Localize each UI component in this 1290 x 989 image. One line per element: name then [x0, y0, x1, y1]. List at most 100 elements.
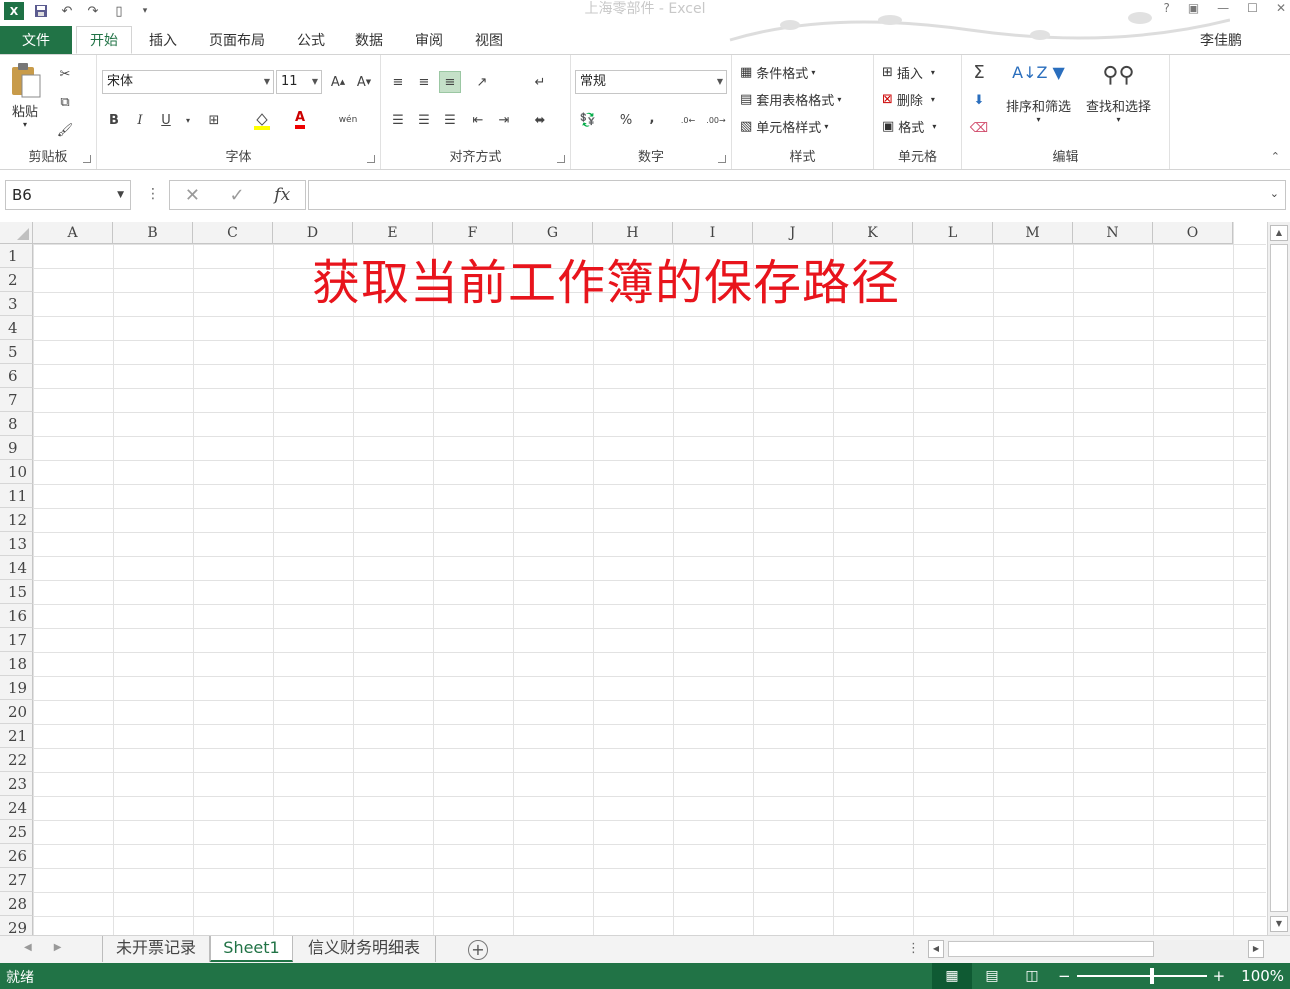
row-header[interactable]: 27 [0, 868, 33, 892]
page-break-view-icon[interactable]: ◫ [1012, 963, 1052, 989]
format-cells-button[interactable]: ▣ 格式 ▾ [882, 117, 936, 136]
align-left-icon[interactable]: ☰ [387, 109, 409, 131]
tab-page-layout[interactable]: 页面布局 [198, 26, 276, 54]
formula-bar-grip-icon[interactable]: ⋮ [146, 186, 160, 202]
insert-function-button[interactable]: fx [274, 185, 290, 205]
row-header[interactable]: 13 [0, 532, 33, 556]
zoom-out-button[interactable]: − [1058, 967, 1071, 985]
cut-icon[interactable]: ✂ [54, 63, 76, 85]
zoom-level[interactable]: 100% [1241, 967, 1284, 985]
fill-color-icon[interactable] [251, 109, 273, 131]
tab-review[interactable]: 审阅 [406, 26, 452, 54]
row-header[interactable]: 4 [0, 316, 33, 340]
scroll-left-icon[interactable]: ◀ [928, 940, 944, 958]
format-painter-icon[interactable]: 🖌 [54, 119, 76, 141]
font-launcher-icon[interactable] [367, 155, 375, 163]
row-header[interactable]: 12 [0, 508, 33, 532]
row-header[interactable]: 5 [0, 340, 33, 364]
column-header[interactable]: C [193, 222, 273, 244]
prev-sheet-icon[interactable]: ◀ [24, 942, 32, 953]
horizontal-scrollbar[interactable]: ◀ ▶ [928, 940, 1264, 960]
decrease-decimal-icon[interactable]: .00→ [703, 109, 729, 131]
align-center-icon[interactable]: ☰ [413, 109, 435, 131]
row-header[interactable]: 6 [0, 364, 33, 388]
close-icon[interactable]: ✕ [1276, 0, 1286, 16]
column-header[interactable]: L [913, 222, 993, 244]
decrease-font-icon[interactable]: A ▼ [353, 71, 375, 93]
formula-input[interactable]: ⌄ [308, 180, 1286, 210]
column-header[interactable]: O [1153, 222, 1233, 244]
sheet-tab-unbilled[interactable]: 未开票记录 [102, 936, 210, 962]
currency-icon[interactable]: 💱 [577, 109, 599, 131]
tab-home[interactable]: 开始 [76, 26, 132, 54]
column-header[interactable]: D [273, 222, 353, 244]
percent-button[interactable]: % [615, 109, 637, 131]
align-middle-icon[interactable]: ≡ [413, 71, 435, 93]
increase-font-icon[interactable]: A ▲ [327, 71, 349, 93]
decrease-indent-icon[interactable]: ⇤ [467, 109, 489, 131]
zoom-slider-knob[interactable] [1149, 968, 1154, 984]
sheet-tab-xinyi-finance[interactable]: 信义财务明细表 [293, 936, 436, 962]
row-header[interactable]: 23 [0, 772, 33, 796]
column-header[interactable]: E [353, 222, 433, 244]
horizontal-scroll-thumb[interactable] [948, 941, 1154, 957]
find-select-button[interactable]: ⚲⚲ 查找和选择 ▾ [1086, 63, 1151, 124]
underline-dropdown-icon[interactable]: ▾ [177, 109, 199, 131]
cell-styles-button[interactable]: ▧ 单元格样式 ▾ [740, 117, 828, 136]
name-box[interactable]: B6 ▼ [5, 180, 131, 210]
cancel-icon[interactable]: ✕ [185, 185, 200, 206]
font-size-select[interactable]: 11 ▼ [276, 70, 322, 94]
scroll-right-icon[interactable]: ▶ [1248, 940, 1264, 958]
page-layout-view-icon[interactable]: ▤ [972, 963, 1012, 989]
border-icon[interactable]: ⊞ [203, 109, 225, 131]
select-all-button[interactable] [0, 222, 33, 244]
merge-center-icon[interactable]: ⬌ [529, 109, 551, 131]
vertical-scrollbar[interactable]: ▲ ▼ [1267, 222, 1290, 935]
conditional-format-button[interactable]: ▦ 条件格式 ▾ [740, 63, 815, 82]
row-header[interactable]: 26 [0, 844, 33, 868]
row-header[interactable]: 8 [0, 412, 33, 436]
wrap-text-icon[interactable]: ↵ [529, 71, 551, 93]
row-header[interactable]: 21 [0, 724, 33, 748]
tab-data[interactable]: 数据 [346, 26, 392, 54]
column-header[interactable]: M [993, 222, 1073, 244]
column-header[interactable]: B [113, 222, 193, 244]
align-right-icon[interactable]: ☰ [439, 109, 461, 131]
delete-cells-button[interactable]: ⊠ 删除 ▾ [882, 90, 935, 109]
minimize-icon[interactable]: — [1217, 0, 1229, 16]
vertical-scroll-thumb[interactable] [1270, 244, 1288, 912]
row-header[interactable]: 29 [0, 916, 33, 935]
scroll-down-icon[interactable]: ▼ [1270, 916, 1288, 932]
underline-button[interactable]: U [155, 109, 177, 131]
expand-formula-icon[interactable]: ⌄ [1270, 187, 1279, 200]
ribbon-display-icon[interactable]: ▣ [1188, 0, 1199, 16]
column-header[interactable]: G [513, 222, 593, 244]
next-sheet-icon[interactable]: ▶ [54, 942, 62, 953]
row-header[interactable]: 3 [0, 292, 33, 316]
tab-view[interactable]: 视图 [466, 26, 512, 54]
align-bottom-icon[interactable]: ≡ [439, 71, 461, 93]
row-header[interactable]: 17 [0, 628, 33, 652]
row-header[interactable]: 1 [0, 244, 33, 268]
copy-icon[interactable]: ⧉ [54, 91, 76, 113]
phonetic-icon[interactable]: wén [337, 109, 359, 131]
row-header[interactable]: 14 [0, 556, 33, 580]
paste-button[interactable]: 粘贴 ▾ [8, 61, 42, 129]
font-name-select[interactable]: 宋体 ▼ [102, 70, 274, 94]
row-header[interactable]: 9 [0, 436, 33, 460]
column-header[interactable]: I [673, 222, 753, 244]
number-launcher-icon[interactable] [718, 155, 726, 163]
normal-view-icon[interactable]: ▦ [932, 963, 972, 989]
row-header[interactable]: 20 [0, 700, 33, 724]
row-header[interactable]: 19 [0, 676, 33, 700]
font-color-icon[interactable]: A [289, 109, 311, 131]
tab-insert[interactable]: 插入 [138, 26, 188, 54]
align-top-icon[interactable]: ≡ [387, 71, 409, 93]
column-header[interactable]: N [1073, 222, 1153, 244]
help-icon[interactable]: ? [1163, 0, 1169, 16]
row-header[interactable]: 16 [0, 604, 33, 628]
row-header[interactable]: 24 [0, 796, 33, 820]
sort-filter-button[interactable]: A↓Z ▼ 排序和筛选 ▾ [1006, 63, 1071, 124]
row-header[interactable]: 10 [0, 460, 33, 484]
fill-down-icon[interactable]: ⬇ [968, 89, 990, 111]
